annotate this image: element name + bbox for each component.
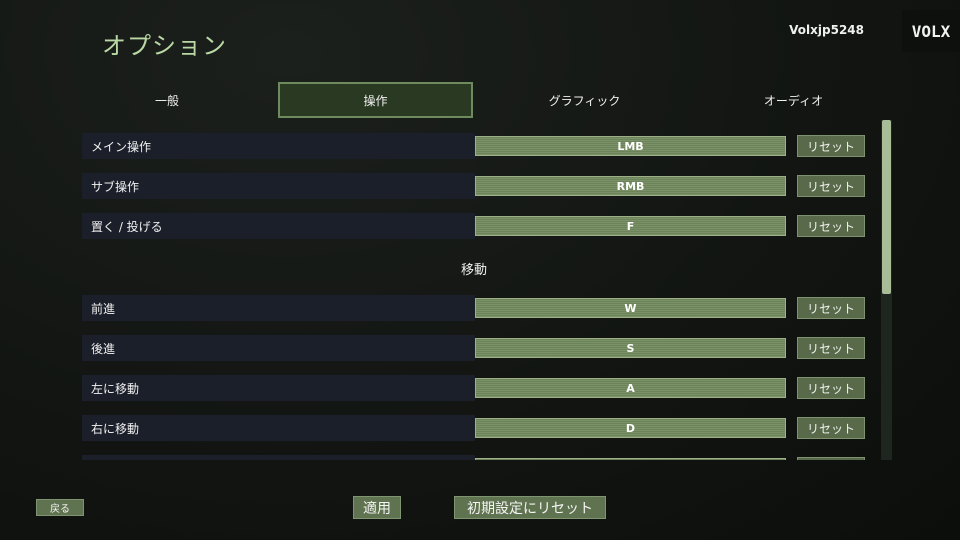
key-field[interactable]: S xyxy=(475,338,786,358)
back-button[interactable]: 戻る xyxy=(36,499,84,516)
options-tabs: 一般 操作 グラフィック オーディオ xyxy=(82,82,866,118)
keybinding-row: 右に移動 D リセット xyxy=(82,415,866,441)
key-field-partial[interactable] xyxy=(475,458,786,460)
keybinding-row: 置く / 投げる F リセット xyxy=(82,213,866,239)
key-field[interactable]: W xyxy=(475,298,786,318)
keybinding-row: サブ操作 RMB リセット xyxy=(82,173,866,199)
scrollbar[interactable] xyxy=(881,120,892,460)
reset-button[interactable]: リセット xyxy=(797,377,865,399)
binding-label-partial xyxy=(82,455,475,460)
key-field[interactable]: RMB xyxy=(475,176,786,196)
reset-button[interactable]: リセット xyxy=(797,297,865,319)
reset-button[interactable]: リセット xyxy=(797,417,865,439)
keybinding-list: メイン操作 LMB リセット サブ操作 RMB リセット 置く / 投げる F … xyxy=(82,126,866,460)
tab-controls[interactable]: 操作 xyxy=(278,82,473,118)
reset-button-partial[interactable] xyxy=(797,457,865,460)
tab-audio[interactable]: オーディオ xyxy=(696,82,891,118)
apply-button[interactable]: 適用 xyxy=(353,496,401,519)
binding-label: メイン操作 xyxy=(82,133,475,159)
key-field[interactable]: D xyxy=(475,418,786,438)
tab-general[interactable]: 一般 xyxy=(82,82,252,118)
keybinding-row-partial xyxy=(82,455,866,460)
binding-label: サブ操作 xyxy=(82,173,475,199)
key-field[interactable]: F xyxy=(475,216,786,236)
binding-label: 前進 xyxy=(82,295,475,321)
username-label: Volxjp5248 xyxy=(789,23,864,37)
binding-label: 右に移動 xyxy=(82,415,475,441)
binding-label: 置く / 投げる xyxy=(82,213,475,239)
page-title: オプション xyxy=(102,32,227,60)
reset-button[interactable]: リセット xyxy=(797,135,865,157)
binding-label: 左に移動 xyxy=(82,375,475,401)
keybinding-row: 前進 W リセット xyxy=(82,295,866,321)
reset-button[interactable]: リセット xyxy=(797,337,865,359)
tab-graphics[interactable]: グラフィック xyxy=(487,82,682,118)
scrollbar-thumb[interactable] xyxy=(882,120,891,294)
key-field[interactable]: A xyxy=(475,378,786,398)
reset-button[interactable]: リセット xyxy=(797,215,865,237)
section-header-movement: 移動 xyxy=(460,262,487,278)
keybinding-row: メイン操作 LMB リセット xyxy=(82,133,866,159)
volx-logo: VOLX xyxy=(902,10,960,52)
keybinding-row: 後進 S リセット xyxy=(82,335,866,361)
binding-label: 後進 xyxy=(82,335,475,361)
reset-button[interactable]: リセット xyxy=(797,175,865,197)
key-field[interactable]: LMB xyxy=(475,136,786,156)
reset-to-defaults-button[interactable]: 初期設定にリセット xyxy=(454,496,606,519)
keybinding-row: 左に移動 A リセット xyxy=(82,375,866,401)
